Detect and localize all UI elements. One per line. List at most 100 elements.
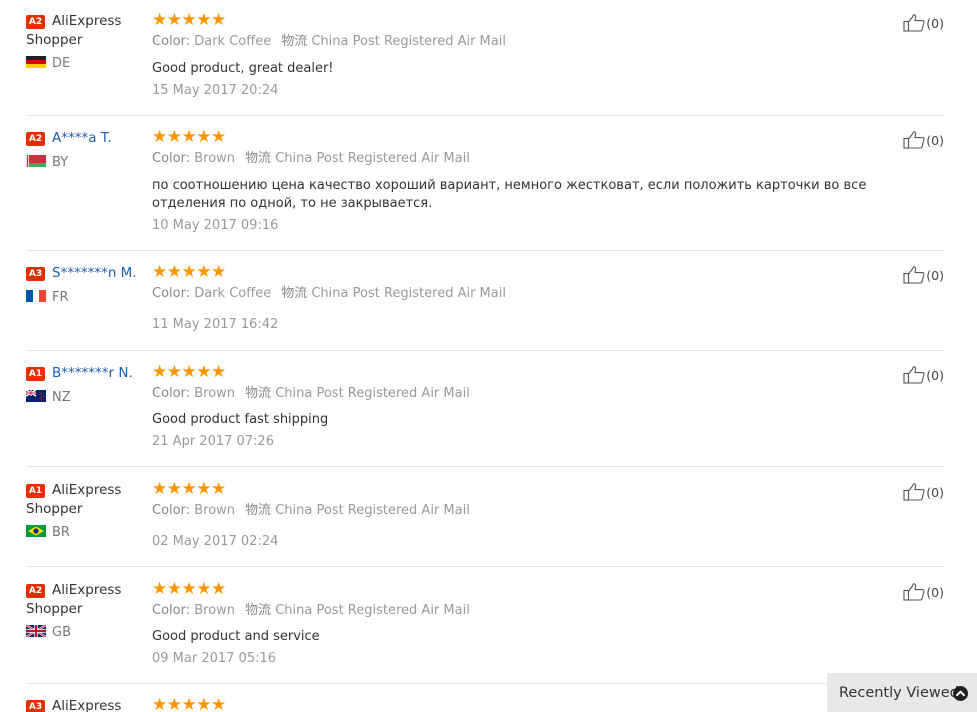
reviewer-name[interactable]: A****a T.: [52, 130, 112, 146]
reviewer-name-line: A3 S*******n M.: [26, 264, 148, 283]
star-icon: ★: [152, 10, 167, 30]
color-value: Dark Coffee: [194, 286, 272, 301]
helpful-button[interactable]: (0): [903, 131, 944, 151]
reviewer-name[interactable]: B*******r N.: [52, 365, 133, 381]
chevron-up-icon: [953, 686, 968, 701]
buyer-level-badge: A1: [26, 367, 45, 381]
helpful-button[interactable]: (0): [903, 366, 944, 386]
color-label: Color:: [152, 503, 191, 518]
star-icon: ★: [181, 479, 197, 499]
logistics-label: 物流: [281, 34, 308, 49]
country-flag-icon: [26, 155, 46, 167]
star-icon: ★: [211, 127, 226, 147]
star-icon: ★: [196, 362, 211, 382]
star-rating: ★★★★★: [152, 12, 912, 29]
star-icon: ★: [181, 262, 197, 282]
review-content: ★★★★★ Color: Dark Coffee 物流 China Post Reg…: [152, 262, 912, 333]
order-info: Color: Brown 物流 China Post Registered Air…: [152, 603, 912, 619]
reviewer-name-line: A1 B*******r N.: [26, 364, 148, 383]
star-icon: ★: [196, 695, 211, 712]
shipping-method: China Post Registered Air Mail: [275, 603, 470, 618]
reviewer-name[interactable]: S*******n M.: [52, 265, 137, 281]
review-content: ★★★★★ Color: Brown 物流 China Post Registere…: [152, 127, 912, 234]
reviewer-info: A3 S*******n M. FR: [26, 264, 148, 306]
country-flag-icon: [26, 525, 46, 537]
shipping-method: China Post Registered Air Mail: [311, 34, 506, 49]
shipping-info: 物流 China Post Registered Air Mail: [281, 34, 506, 49]
reviewer-info: A2 A****a T. BY: [26, 129, 148, 171]
shipping-method: China Post Registered Air Mail: [275, 386, 470, 401]
country-code: FR: [52, 290, 69, 305]
reviewer-country: FR: [26, 290, 148, 306]
reviewer-country: DE: [26, 56, 148, 72]
review-item: A3 S*******n M. FR ★★★★★ Color: Dark Coffee 物…: [26, 264, 944, 351]
helpful-button[interactable]: (0): [903, 266, 944, 286]
logistics-label: 物流: [245, 151, 272, 166]
country-flag-icon: [26, 625, 46, 637]
country-code: DE: [52, 56, 71, 71]
reviewer-info: A3 AliExpress: [26, 697, 148, 712]
logistics-label: 物流: [281, 286, 308, 301]
country-code: NZ: [52, 390, 71, 405]
star-rating: ★★★★★: [152, 481, 912, 498]
buyer-level-badge: A1: [26, 484, 45, 498]
country-flag-icon: [26, 56, 46, 68]
order-info: Color: Dark Coffee 物流 China Post Register…: [152, 34, 912, 50]
star-icon: ★: [211, 695, 226, 712]
star-rating: ★★★★★: [152, 364, 912, 381]
thumbs-up-icon: [903, 483, 926, 501]
shipping-method: China Post Registered Air Mail: [311, 286, 506, 301]
country-code: GB: [52, 625, 71, 640]
review-comment: Good product fast shipping: [152, 412, 329, 427]
shipping-info: 物流 China Post Registered Air Mail: [245, 603, 470, 618]
reviewer-info: A1 AliExpress Shopper BR: [26, 481, 148, 541]
shipping-info: 物流 China Post Registered Air Mail: [281, 286, 506, 301]
star-icon: ★: [152, 127, 167, 147]
review-date: 15 May 2017 20:24: [152, 83, 279, 98]
thumbs-up-icon: [903, 14, 926, 32]
order-info: Color: Brown 物流 China Post Registered Air…: [152, 386, 912, 402]
color-label: Color:: [152, 286, 191, 301]
color-value: Brown: [194, 151, 236, 166]
star-icon: ★: [166, 10, 182, 30]
thumbs-up-icon: [903, 366, 926, 384]
helpful-button[interactable]: (0): [903, 14, 944, 34]
review-content: ★★★★★ Color: Brown 物流 China Post Registere…: [152, 481, 912, 550]
review-item: A1 B*******r N. NZ ★★★★★ Color: Brown 物流 Chin…: [26, 364, 944, 467]
review-content: ★★★★★ Color: Brown 物流 China Post Registere…: [152, 364, 912, 450]
logistics-label: 物流: [245, 603, 272, 618]
reviewer-country: BY: [26, 155, 148, 171]
star-icon: ★: [211, 362, 226, 382]
recently-viewed-button[interactable]: Recently Viewed: [827, 673, 977, 712]
star-icon: ★: [196, 127, 211, 147]
review-item: A2 AliExpress Shopper GB ★★★★★ Color: Brown 物…: [26, 581, 944, 684]
review-date: 21 Apr 2017 07:26: [152, 434, 274, 449]
reviewer-name: AliExpress: [52, 698, 122, 712]
star-icon: ★: [196, 579, 211, 599]
review-content: ★★★★★ Color: Dark Coffee 物流 China Post Reg…: [152, 12, 912, 99]
star-icon: ★: [211, 262, 226, 282]
star-icon: ★: [166, 127, 182, 147]
helpful-button[interactable]: (0): [903, 583, 944, 603]
star-icon: ★: [181, 579, 197, 599]
helpful-count: (0): [926, 485, 944, 500]
star-icon: ★: [196, 262, 211, 282]
reviewer-country: NZ: [26, 390, 148, 406]
star-icon: ★: [166, 362, 182, 382]
shipping-info: 物流 China Post Registered Air Mail: [245, 503, 470, 518]
helpful-button[interactable]: (0): [903, 483, 944, 503]
helpful-count: (0): [926, 268, 944, 283]
color-value: Dark Coffee: [194, 34, 272, 49]
country-flag-icon: [26, 290, 46, 302]
feedback-page: A2 AliExpress Shopper DE ★★★★★ Color: Dark C…: [0, 0, 977, 712]
reviewer-name-line: A2 AliExpress Shopper: [26, 12, 148, 50]
review-item: A2 A****a T. BY ★★★★★ Color: Brown 物流 China P…: [26, 129, 944, 251]
star-icon: ★: [166, 479, 182, 499]
order-info: Color: Brown 物流 China Post Registered Air…: [152, 503, 912, 519]
reviewer-name-line: A1 AliExpress Shopper: [26, 481, 148, 519]
reviewer-info: A1 B*******r N. NZ: [26, 364, 148, 406]
buyer-level-badge: A2: [26, 132, 45, 146]
color-value: Brown: [194, 603, 236, 618]
country-code: BY: [52, 155, 69, 170]
star-icon: ★: [152, 695, 167, 712]
